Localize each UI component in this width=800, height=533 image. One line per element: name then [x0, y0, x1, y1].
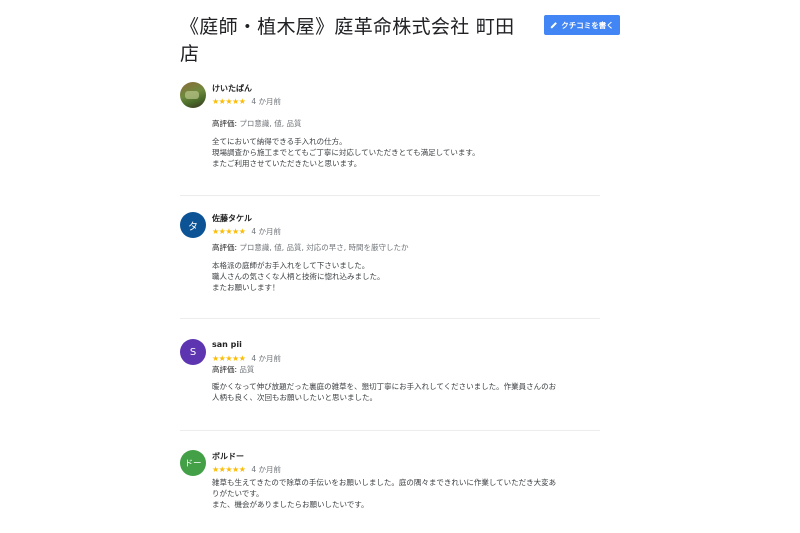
star-rating: ★★★★★ — [212, 354, 246, 363]
review-text-line: また、機会がありましたらお願いしたいです。 — [212, 500, 369, 509]
avatar[interactable] — [180, 82, 206, 108]
write-review-button[interactable]: クチコミを書く — [544, 15, 620, 35]
review-date: 4 か月前 — [251, 354, 282, 363]
review-text-line: 雑草も生えてきたので除草の手伝いをお願いしました。庭の隅々まできれいに作業してい… — [212, 478, 557, 487]
review-highlights: 高評価: プロ意識, 値, 品質, 対応の早さ, 時間を厳守したか — [212, 242, 409, 253]
reviewer-name[interactable]: けいたぱん — [212, 83, 252, 94]
review-text-line: 本格派の庭師がお手入れをして下さいました。 — [212, 261, 370, 270]
highlights-label: 高評価: — [212, 119, 238, 128]
review-text: 雑草も生えてきたので除草の手伝いをお願いしました。庭の隅々まできれいに作業してい… — [212, 477, 607, 510]
star-rating: ★★★★★ — [212, 97, 246, 106]
star-rating: ★★★★★ — [212, 465, 246, 474]
rating-row: ★★★★★ 4 か月前 — [212, 226, 281, 237]
write-review-label: クチコミを書く — [561, 20, 614, 30]
divider — [180, 430, 600, 431]
star-rating: ★★★★★ — [212, 227, 246, 236]
review-item: けいたぱん ★★★★★ 4 か月前 高評価: プロ意識, 値, 品質 全てにおい… — [180, 82, 610, 172]
reviewer-name[interactable]: ボルドー — [212, 451, 244, 462]
avatar-letter: タ — [188, 221, 198, 233]
review-text: 暖かくなって伸び放題だった裏庭の雑草を、懇切丁寧にお手入れしてくださいました。作… — [212, 381, 607, 403]
rating-row: ★★★★★ 4 か月前 — [212, 464, 281, 475]
highlights-values: プロ意識, 値, 品質 — [239, 119, 302, 128]
pencil-icon — [551, 22, 558, 29]
business-title: 《庭師・植木屋》庭革命株式会社 町田店 — [180, 16, 515, 65]
highlights-values: 品質 — [239, 365, 255, 374]
review-item: タ 佐藤タケル ★★★★★ 4 か月前 高評価: プロ意識, 値, 品質, 対応… — [180, 212, 610, 302]
review-date: 4 か月前 — [251, 227, 282, 236]
review-item: S san pii ★★★★★ 4 か月前 高評価: 品質 暖かくなって伸び放題… — [180, 339, 610, 414]
avatar[interactable]: ドー — [180, 450, 206, 476]
highlights-values: プロ意識, 値, 品質, 対応の早さ, 時間を厳守したか — [239, 243, 409, 252]
review-text: 全てにおいて納得できる手入れの仕方。 現場調査から施工までとてもご丁寧に対応して… — [212, 136, 607, 169]
reviewer-name[interactable]: san pii — [212, 340, 242, 349]
review-text-line: 現場調査から施工までとてもご丁寧に対応していただきとても満足しています。 — [212, 148, 480, 157]
review-text-line: 暖かくなって伸び放題だった裏庭の雑草を、懇切丁寧にお手入れしてくださいました。作… — [212, 382, 557, 391]
rating-row: ★★★★★ 4 か月前 — [212, 353, 281, 364]
review-highlights: 高評価: 品質 — [212, 364, 254, 375]
highlights-label: 高評価: — [212, 243, 238, 252]
review-text-line: 人柄も良く、次回もお願いしたいと思いました。 — [212, 393, 377, 402]
review-item: ドー ボルドー ★★★★★ 4 か月前 雑草も生えてきたので除草の手伝いをお願い… — [180, 450, 610, 520]
divider — [180, 318, 600, 319]
divider — [180, 195, 600, 196]
review-highlights: 高評価: プロ意識, 値, 品質 — [212, 118, 301, 129]
avatar-letter: S — [189, 346, 197, 358]
highlights-label: 高評価: — [212, 365, 238, 374]
review-text-line: またお願いします！ — [212, 283, 280, 292]
review-text-line: 全てにおいて納得できる手入れの仕方。 — [212, 137, 347, 146]
avatar[interactable]: タ — [180, 212, 206, 238]
avatar-letter: ドー — [184, 459, 202, 469]
review-text-line: 職人さんの気さくな人柄と技術に惚れ込みました。 — [212, 272, 385, 281]
review-text-line: またご利用させていただきたいと思います。 — [212, 159, 362, 168]
reviewer-name[interactable]: 佐藤タケル — [212, 213, 252, 224]
review-text: 本格派の庭師がお手入れをして下さいました。 職人さんの気さくな人柄と技術に惚れ込… — [212, 260, 607, 293]
avatar[interactable]: S — [180, 339, 206, 365]
rating-row: ★★★★★ 4 か月前 — [212, 96, 281, 107]
review-text-line: りがたいです。 — [212, 489, 264, 498]
review-date: 4 か月前 — [251, 465, 282, 474]
review-date: 4 か月前 — [251, 97, 282, 106]
